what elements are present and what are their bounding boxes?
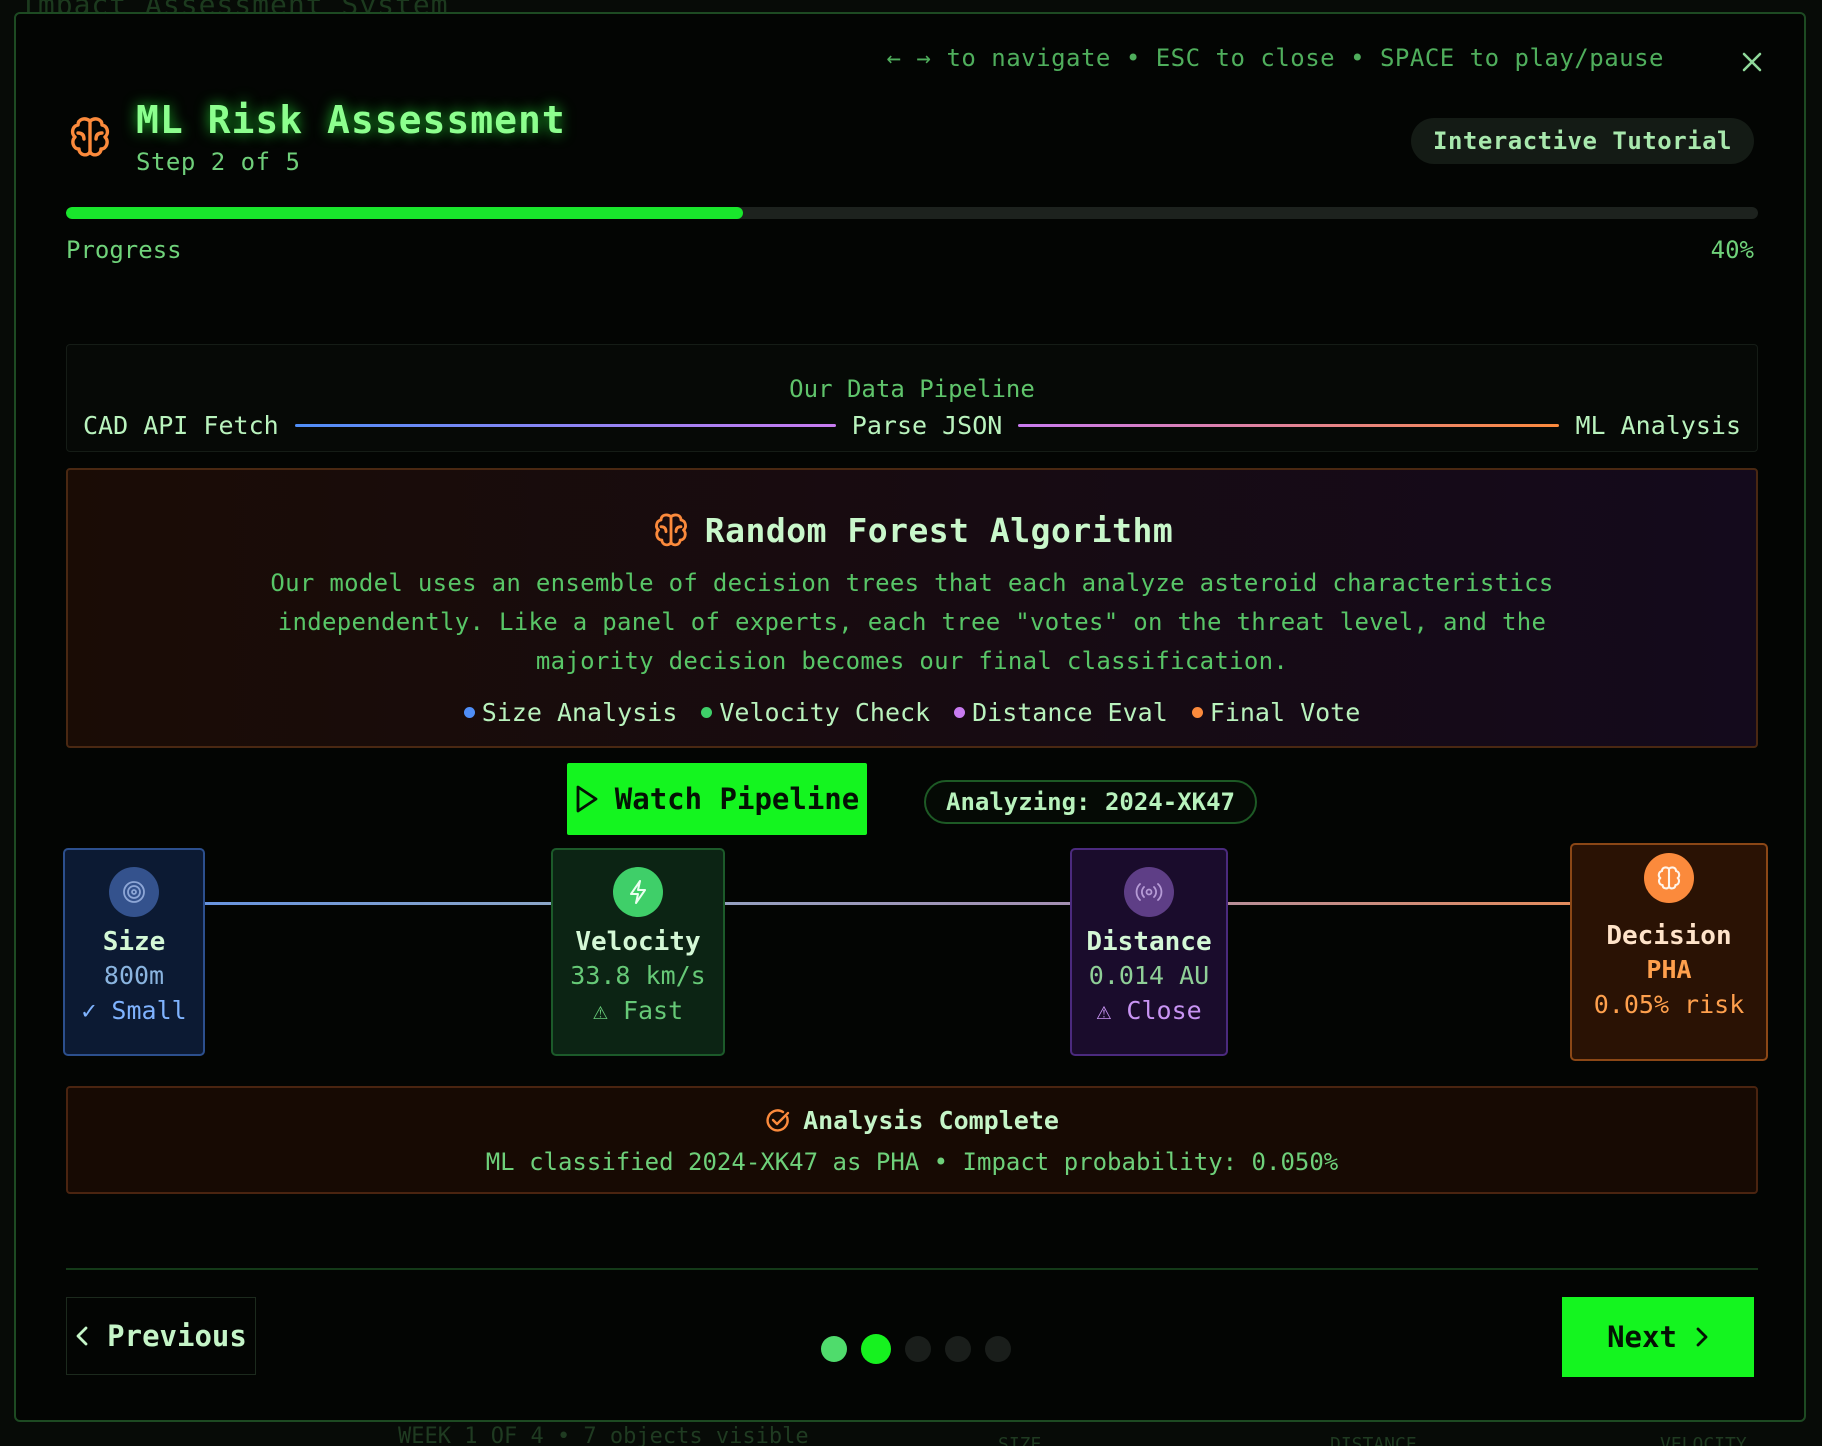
pipeline-connector: [294, 424, 836, 427]
analysis-result-panel: Analysis Complete ML classified 2024-XK4…: [66, 1086, 1758, 1194]
target-icon: [109, 867, 159, 917]
brain-icon: [1644, 853, 1694, 903]
play-icon: [576, 785, 598, 813]
distance-card-status: ⚠ Close: [1096, 996, 1202, 1025]
algorithm-title: Random Forest Algorithm: [704, 510, 1174, 550]
analysis-result-text: ML classified 2024-XK47 as PHA • Impact …: [485, 1148, 1339, 1176]
tutorial-badge: Interactive Tutorial: [1411, 118, 1754, 164]
pipeline-stage-parse: Parse JSON: [851, 411, 1003, 440]
analysis-result-header: Analysis Complete: [68, 1106, 1756, 1135]
legend-item-velocity: Velocity Check: [701, 698, 930, 727]
legend-label: Final Vote: [1209, 698, 1361, 727]
velocity-card: Velocity 33.8 km/s ⚠ Fast: [551, 848, 725, 1056]
data-pipeline-panel: Our Data Pipeline CAD API Fetch Parse JS…: [66, 344, 1758, 452]
step-dots: [821, 1334, 1011, 1364]
progress-label: Progress: [66, 236, 182, 264]
pipeline-stage-ml: ML Analysis: [1575, 411, 1742, 440]
chevron-left-icon: [76, 1326, 88, 1346]
footer-divider: [66, 1268, 1758, 1270]
tutorial-modal: ← → to navigate • ESC to close • SPACE t…: [14, 12, 1806, 1422]
velocity-card-title: Velocity: [575, 927, 701, 957]
background-col-size: SIZE: [998, 1434, 1042, 1446]
modal-title: ML Risk Assessment: [136, 98, 566, 142]
legend-label: Velocity Check: [719, 698, 931, 727]
step-dot-1[interactable]: [821, 1336, 847, 1362]
pipeline-connector: [1018, 424, 1560, 427]
legend-item-distance: Distance Eval: [954, 698, 1168, 727]
previous-button[interactable]: Previous: [66, 1297, 256, 1375]
legend-dot: [463, 707, 475, 718]
velocity-card-status: ⚠ Fast: [592, 996, 684, 1025]
size-card-value: 800m: [103, 961, 165, 990]
radio-icon: [1124, 867, 1174, 917]
size-card-title: Size: [102, 927, 166, 957]
lightning-icon: [613, 867, 663, 917]
modal-header: ML Risk Assessment Step 2 of 5: [66, 98, 566, 176]
chevron-right-icon: [1696, 1327, 1708, 1347]
legend-item-size: Size Analysis: [463, 698, 678, 727]
brain-icon: [70, 117, 110, 157]
algorithm-legend: Size Analysis Velocity Check Distance Ev…: [68, 698, 1756, 727]
previous-label: Previous: [107, 1319, 247, 1353]
progress-bar-fill: [66, 207, 743, 219]
pipeline-stage-fetch: CAD API Fetch: [83, 411, 279, 440]
legend-item-vote: Final Vote: [1191, 698, 1361, 727]
progress-bar: [66, 207, 1758, 219]
decision-card-risk: 0.05% risk: [1593, 990, 1745, 1019]
background-footer-text: WEEK 1 OF 4 • 7 objects visible: [398, 1424, 809, 1446]
background-col-distance: DISTANCE: [1330, 1434, 1417, 1446]
distance-card-title: Distance: [1086, 927, 1212, 957]
step-dot-5[interactable]: [985, 1336, 1011, 1362]
step-dot-4[interactable]: [945, 1336, 971, 1362]
next-button[interactable]: Next: [1562, 1297, 1754, 1377]
close-icon: [1742, 52, 1762, 72]
background-col-velocity: VELOCITY: [1660, 1434, 1747, 1446]
analysis-result-title: Analysis Complete: [803, 1106, 1059, 1135]
close-button[interactable]: [1734, 44, 1770, 80]
legend-dot: [1191, 707, 1203, 718]
step-dot-3[interactable]: [905, 1336, 931, 1362]
watch-pipeline-button[interactable]: Watch Pipeline: [567, 763, 867, 835]
keyboard-hints: ← → to navigate • ESC to close • SPACE t…: [886, 44, 1664, 72]
brain-icon: [654, 513, 687, 547]
decision-card-value: PHA: [1646, 955, 1692, 984]
legend-dot: [954, 707, 966, 718]
algorithm-header: Random Forest Algorithm: [68, 510, 1756, 550]
watch-pipeline-label: Watch Pipeline: [614, 782, 860, 816]
size-card-status: ✓ Small: [81, 996, 187, 1025]
step-dot-2[interactable]: [861, 1334, 891, 1364]
distance-card: Distance 0.014 AU ⚠ Close: [1070, 848, 1228, 1056]
pipeline-timeline: [66, 902, 1758, 905]
step-indicator: Step 2 of 5: [136, 148, 301, 176]
legend-label: Size Analysis: [481, 698, 678, 727]
pipeline-stages: CAD API Fetch Parse JSON ML Analysis: [83, 411, 1741, 440]
progress-percent: 40%: [1710, 236, 1754, 264]
analyzing-badge: Analyzing: 2024-XK47: [924, 780, 1257, 824]
pipeline-title: Our Data Pipeline: [789, 375, 1035, 403]
decision-card: Decision PHA 0.05% risk: [1570, 843, 1768, 1061]
legend-label: Distance Eval: [972, 698, 1168, 727]
algorithm-panel: Random Forest Algorithm Our model uses a…: [66, 468, 1758, 748]
algorithm-description: Our model uses an ensemble of decision t…: [270, 569, 1554, 675]
legend-dot: [701, 707, 713, 718]
decision-card-title: Decision: [1606, 921, 1732, 951]
next-label: Next: [1607, 1320, 1677, 1354]
distance-card-value: 0.014 AU: [1088, 961, 1210, 990]
size-card: Size 800m ✓ Small: [63, 848, 205, 1056]
check-circle-icon: [766, 1108, 790, 1132]
velocity-card-value: 33.8 km/s: [570, 961, 706, 990]
